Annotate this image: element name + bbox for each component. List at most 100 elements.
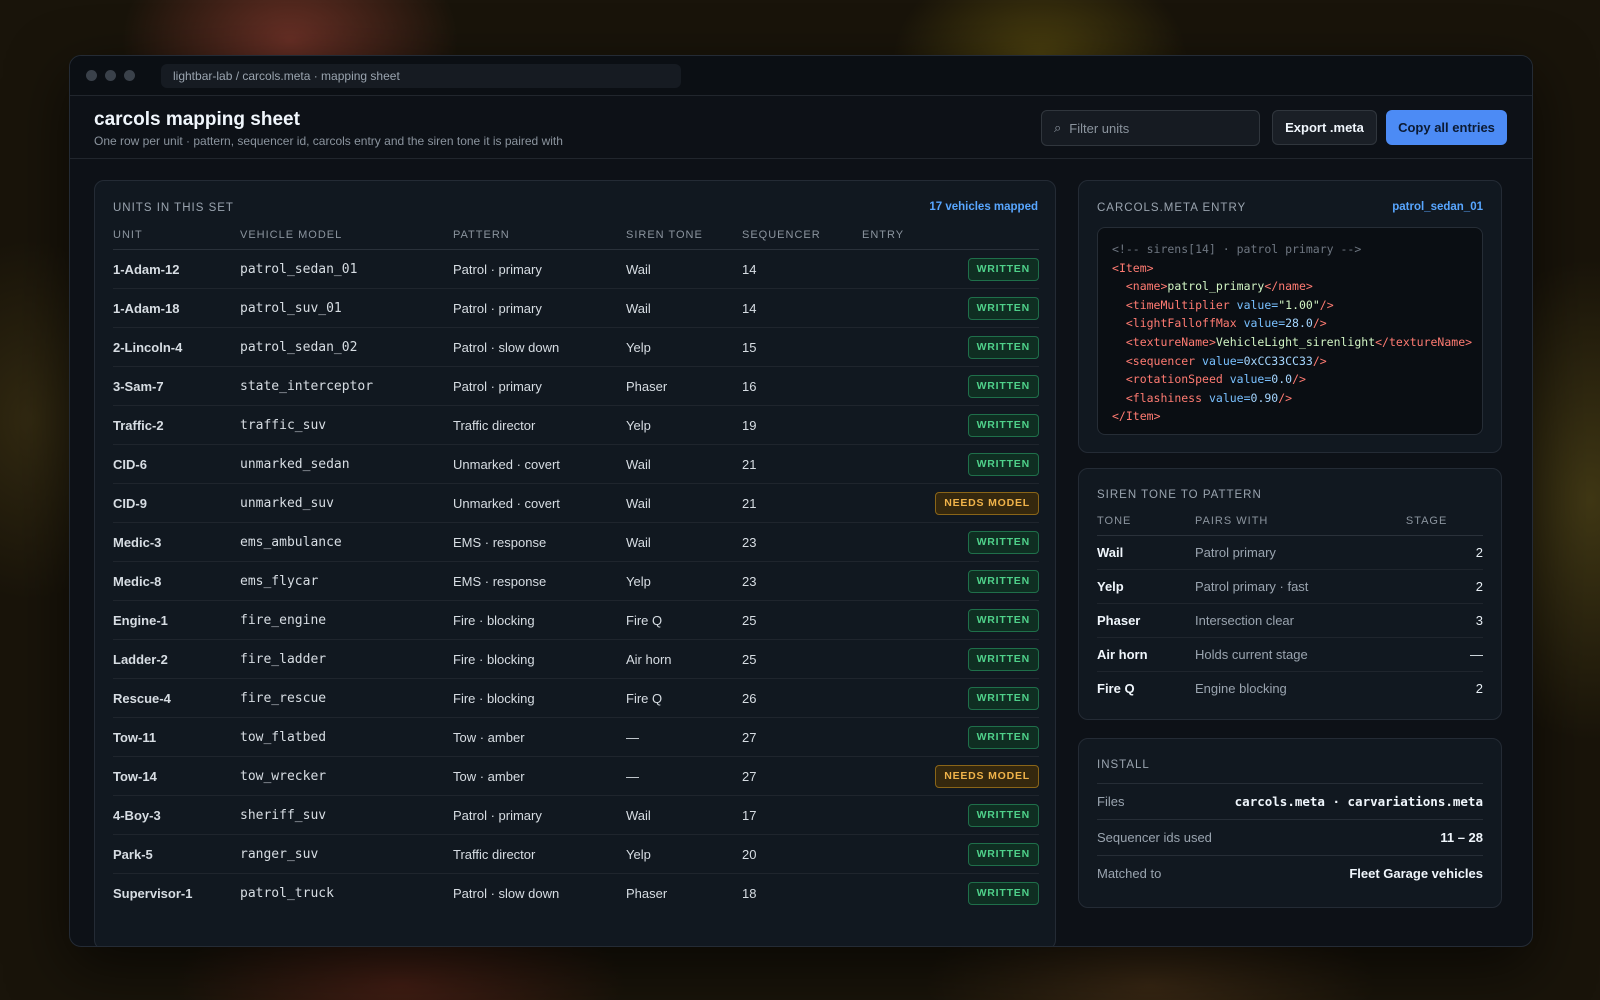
pattern-cell: EMS · response xyxy=(453,561,626,601)
siren-tone-cell: Yelp xyxy=(626,561,742,601)
entry-cell: WRITTEN xyxy=(862,600,1039,640)
entry-status-badge[interactable]: WRITTEN xyxy=(967,803,1039,827)
vehicle-model-cell: fire_ladder xyxy=(240,639,453,679)
tone-name-cell: Wail xyxy=(1097,535,1195,570)
unit-cell: Rescue-4 xyxy=(113,678,240,718)
entry-status-badge[interactable]: NEEDS MODEL xyxy=(935,764,1039,788)
col-vehicle-model[interactable]: VEHICLE MODEL xyxy=(240,221,453,250)
units-card: UNITS IN THIS SET 17 vehicles mapped UNI… xyxy=(94,180,1056,946)
siren-tone-cell: — xyxy=(626,756,742,796)
siren-tone-cell: Yelp xyxy=(626,405,742,445)
col-entry[interactable]: ENTRY xyxy=(862,221,1039,250)
pairs-with-cell: Engine blocking xyxy=(1195,681,1287,696)
pattern-cell: Tow · amber xyxy=(453,756,626,796)
col-pattern[interactable]: PATTERN xyxy=(453,221,626,250)
table-row[interactable]: Park-5 ranger_suv Traffic director Yelp 20 WR… xyxy=(113,834,1039,874)
table-row[interactable]: Traffic-2 traffic_suv Traffic director Yelp… xyxy=(113,405,1039,445)
maximize-dot[interactable] xyxy=(124,70,135,81)
entry-status-badge[interactable]: WRITTEN xyxy=(967,413,1039,437)
copy-all-entries-button[interactable]: Copy all entries xyxy=(1386,110,1507,145)
page-title: carcols mapping sheet xyxy=(94,109,300,130)
code-texturename-value: VehicleLight_sirenlight xyxy=(1215,334,1376,349)
entry-status-badge[interactable]: WRITTEN xyxy=(967,452,1039,476)
table-row[interactable]: Supervisor-1 patrol_truck Patrol · slow do… xyxy=(113,874,1039,913)
code-flashiness-value: 0.90 xyxy=(1250,390,1279,405)
table-row[interactable]: CID-9 unmarked_suv Unmarked · covert Wail 21… xyxy=(113,483,1039,523)
tone-row: Yelp Patrol primary · fast 2 xyxy=(1097,569,1483,604)
table-row[interactable]: Rescue-4 fire_rescue Fire · blocking Fire Q… xyxy=(113,678,1039,718)
code-item-close: Item xyxy=(1125,409,1154,424)
col-sequencer[interactable]: SEQUENCER xyxy=(742,221,862,250)
carcols-code-block[interactable]: <!-- sirens[14] · patrol primary --> <It… xyxy=(1097,227,1483,435)
entry-status-badge[interactable]: WRITTEN xyxy=(967,725,1039,749)
col-unit[interactable]: UNIT xyxy=(113,221,240,250)
table-row[interactable]: 1-Adam-18 patrol_suv_01 Patrol · primary Wa… xyxy=(113,288,1039,328)
carcols-entry-model[interactable]: patrol_sedan_01 xyxy=(1392,201,1483,213)
entry-status-badge[interactable]: WRITTEN xyxy=(967,296,1039,320)
unit-cell: Tow-11 xyxy=(113,717,240,757)
col-stage: STAGE xyxy=(1405,507,1483,536)
unit-cell: CID-9 xyxy=(113,483,240,523)
col-siren-tone[interactable]: SIREN TONE xyxy=(626,221,742,250)
siren-tone-cell: Fire Q xyxy=(626,678,742,718)
close-dot[interactable] xyxy=(86,70,97,81)
siren-tone-card: SIREN TONE TO PATTERN TONE PAIRS WITH ST… xyxy=(1078,468,1502,720)
export-meta-button[interactable]: Export .meta xyxy=(1272,110,1377,145)
filter-units-input[interactable]: ⌕ Filter units xyxy=(1041,110,1260,146)
col-pairs-with: PAIRS WITH xyxy=(1195,507,1406,536)
siren-tone-cell: Wail xyxy=(626,483,742,523)
entry-status-badge[interactable]: WRITTEN xyxy=(967,569,1039,593)
table-row[interactable]: Medic-8 ems_flycar EMS · response Yelp 23 WRI… xyxy=(113,561,1039,601)
tone-table-body: Wail Patrol primary 2 Yelp Patrol primary · … xyxy=(1097,535,1483,706)
table-row[interactable]: 1-Adam-12 patrol_sedan_01 Patrol · primary… xyxy=(113,249,1039,289)
unit-cell: Medic-8 xyxy=(113,561,240,601)
table-row[interactable]: 3-Sam-7 state_interceptor Patrol · primary… xyxy=(113,366,1039,406)
table-row[interactable]: CID-6 unmarked_sedan Unmarked · covert Wail… xyxy=(113,444,1039,484)
entry-status-badge[interactable]: NEEDS MODEL xyxy=(935,491,1039,515)
sequencer-cell: 27 xyxy=(742,756,862,796)
table-row[interactable]: Tow-11 tow_flatbed Tow · amber —27 WRITTEN xyxy=(113,717,1039,757)
minimize-dot[interactable] xyxy=(105,70,116,81)
entry-status-badge[interactable]: WRITTEN xyxy=(967,374,1039,398)
vehicle-model-cell: ems_ambulance xyxy=(240,522,453,562)
entry-status-badge[interactable]: WRITTEN xyxy=(967,530,1039,554)
pattern-cell: EMS · response xyxy=(453,522,626,562)
entry-cell: WRITTEN xyxy=(862,561,1039,601)
vehicle-model-cell: tow_flatbed xyxy=(240,717,453,757)
entry-status-badge[interactable]: WRITTEN xyxy=(967,686,1039,710)
address-bar[interactable]: lightbar-lab / carcols.meta · mapping sh… xyxy=(161,63,681,88)
table-row[interactable]: Medic-3 ems_ambulance EMS · response Wail 23… xyxy=(113,522,1039,562)
unit-cell: CID-6 xyxy=(113,444,240,484)
siren-tone-cell: Wail xyxy=(626,444,742,484)
units-table-body: 1-Adam-12 patrol_sedan_01 Patrol · primary… xyxy=(113,249,1039,913)
unit-cell: Engine-1 xyxy=(113,600,240,640)
unit-cell: Medic-3 xyxy=(113,522,240,562)
table-row[interactable]: 4-Boy-3 sheriff_suv Patrol · primary Wail 17… xyxy=(113,795,1039,835)
table-row[interactable]: Tow-14 tow_wrecker Tow · amber —27 NEEDS MOD… xyxy=(113,756,1039,796)
siren-tone-cell: Yelp xyxy=(626,327,742,367)
entry-status-badge[interactable]: WRITTEN xyxy=(967,842,1039,866)
entry-cell: WRITTEN xyxy=(862,327,1039,367)
sequencer-cell: 25 xyxy=(742,639,862,679)
siren-tone-cell: Yelp xyxy=(626,834,742,874)
entry-status-badge[interactable]: WRITTEN xyxy=(967,608,1039,632)
entry-status-badge[interactable]: WRITTEN xyxy=(967,257,1039,281)
table-row[interactable]: Engine-1 fire_engine Fire · blocking Fire Q… xyxy=(113,600,1039,640)
code-item-open: Item xyxy=(1118,260,1147,275)
table-row[interactable]: 2-Lincoln-4 patrol_sedan_02 Patrol · slow … xyxy=(113,327,1039,367)
entry-status-badge[interactable]: WRITTEN xyxy=(967,881,1039,905)
entry-cell: WRITTEN xyxy=(862,639,1039,679)
vehicle-model-cell: fire_engine xyxy=(240,600,453,640)
vehicle-model-cell: traffic_suv xyxy=(240,405,453,445)
vehicle-model-cell: unmarked_sedan xyxy=(240,444,453,484)
entry-cell: WRITTEN xyxy=(862,249,1039,289)
tone-row: Phaser Intersection clear 3 xyxy=(1097,603,1483,638)
entry-status-badge[interactable]: WRITTEN xyxy=(967,335,1039,359)
pattern-cell: Patrol · primary xyxy=(453,366,626,406)
entry-cell: WRITTEN xyxy=(862,522,1039,562)
entry-status-badge[interactable]: WRITTEN xyxy=(967,647,1039,671)
unit-cell: Supervisor-1 xyxy=(113,885,193,901)
siren-tone-cell: Wail xyxy=(626,795,742,835)
vehicle-model-cell: sheriff_suv xyxy=(240,795,453,835)
table-row[interactable]: Ladder-2 fire_ladder Fire · blocking Air ho… xyxy=(113,639,1039,679)
